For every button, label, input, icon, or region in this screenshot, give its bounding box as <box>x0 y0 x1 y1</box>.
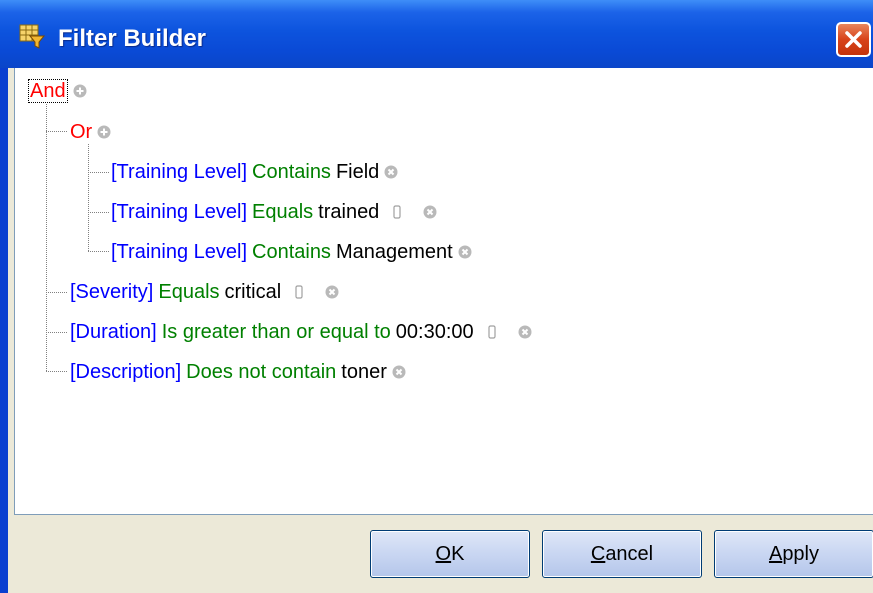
condition-field[interactable]: [Severity] <box>70 280 153 304</box>
value-editor-icon[interactable] <box>393 205 401 219</box>
remove-icon[interactable] <box>423 205 437 219</box>
cancel-accelerator: C <box>590 542 606 565</box>
condition-operator[interactable]: Equals <box>158 280 219 304</box>
value-editor-icon[interactable] <box>488 325 496 339</box>
cancel-label: ancel <box>605 542 654 565</box>
condition-field[interactable]: [Training Level] <box>111 160 247 184</box>
ok-button[interactable]: OK <box>370 530 530 578</box>
condition-row: [Severity] Equals critical <box>70 280 339 304</box>
condition-operator[interactable]: Contains <box>252 160 331 184</box>
condition-field[interactable]: [Training Level] <box>111 200 247 224</box>
value-editor-icon[interactable] <box>295 285 303 299</box>
tree-connector <box>46 371 67 372</box>
remove-icon[interactable] <box>325 285 339 299</box>
dialog-client-area: And Or [Training Level] Contains Field [… <box>8 68 873 593</box>
tree-connector <box>88 251 109 252</box>
condition-row: [Training Level] Equals trained <box>111 200 437 224</box>
remove-icon[interactable] <box>518 325 532 339</box>
apply-button[interactable]: Apply <box>714 530 873 578</box>
cancel-button[interactable]: Cancel <box>542 530 702 578</box>
tree-connector <box>46 131 67 132</box>
remove-icon[interactable] <box>384 165 398 179</box>
tree-connector <box>46 104 47 371</box>
tree-connector <box>88 172 109 173</box>
condition-operator[interactable]: Contains <box>252 240 331 264</box>
apply-accelerator: A <box>768 542 783 565</box>
condition-value[interactable]: trained <box>318 200 379 224</box>
tree-connector <box>88 144 89 251</box>
ok-accelerator: O <box>435 542 452 565</box>
tree-connector <box>46 292 67 293</box>
ok-label: K <box>451 542 465 565</box>
condition-field[interactable]: [Training Level] <box>111 240 247 264</box>
condition-value[interactable]: 00:30:00 <box>396 320 474 344</box>
condition-row: [Training Level] Contains Management <box>111 240 472 264</box>
or-group-node: Or <box>70 120 111 144</box>
condition-field[interactable]: [Description] <box>70 360 181 384</box>
group-operator-or[interactable]: Or <box>70 120 92 144</box>
window-title: Filter Builder <box>58 25 207 52</box>
condition-value[interactable]: Field <box>336 160 379 184</box>
button-bar: OK Cancel Apply <box>8 515 873 593</box>
condition-operator[interactable]: Does not contain <box>186 360 336 384</box>
condition-field[interactable]: [Duration] <box>70 320 157 344</box>
add-icon[interactable] <box>97 125 111 139</box>
apply-label: pply <box>782 542 820 565</box>
remove-icon[interactable] <box>392 365 406 379</box>
tree-connector <box>46 332 67 333</box>
title-bar[interactable]: Filter Builder <box>0 0 873 68</box>
add-icon[interactable] <box>73 84 87 98</box>
close-button[interactable] <box>836 22 871 57</box>
remove-icon[interactable] <box>458 245 472 259</box>
condition-row: [Training Level] Contains Field <box>111 160 398 184</box>
condition-value[interactable]: critical <box>225 280 282 304</box>
condition-operator[interactable]: Is greater than or equal to <box>162 320 391 344</box>
close-icon <box>845 31 862 48</box>
filter-tree[interactable]: And Or [Training Level] Contains Field [… <box>14 68 873 515</box>
tree-connector <box>88 212 109 213</box>
condition-value[interactable]: toner <box>341 360 387 384</box>
filter-builder-icon <box>19 24 45 49</box>
condition-operator[interactable]: Equals <box>252 200 313 224</box>
condition-row: [Description] Does not contain toner <box>70 360 406 384</box>
condition-value[interactable]: Management <box>336 240 453 264</box>
group-operator-and[interactable]: And <box>28 79 68 103</box>
root-group-node: And <box>28 79 87 103</box>
filter-builder-window: Filter Builder And Or [Training Level] C… <box>0 0 873 593</box>
condition-row: [Duration] Is greater than or equal to 0… <box>70 320 532 344</box>
